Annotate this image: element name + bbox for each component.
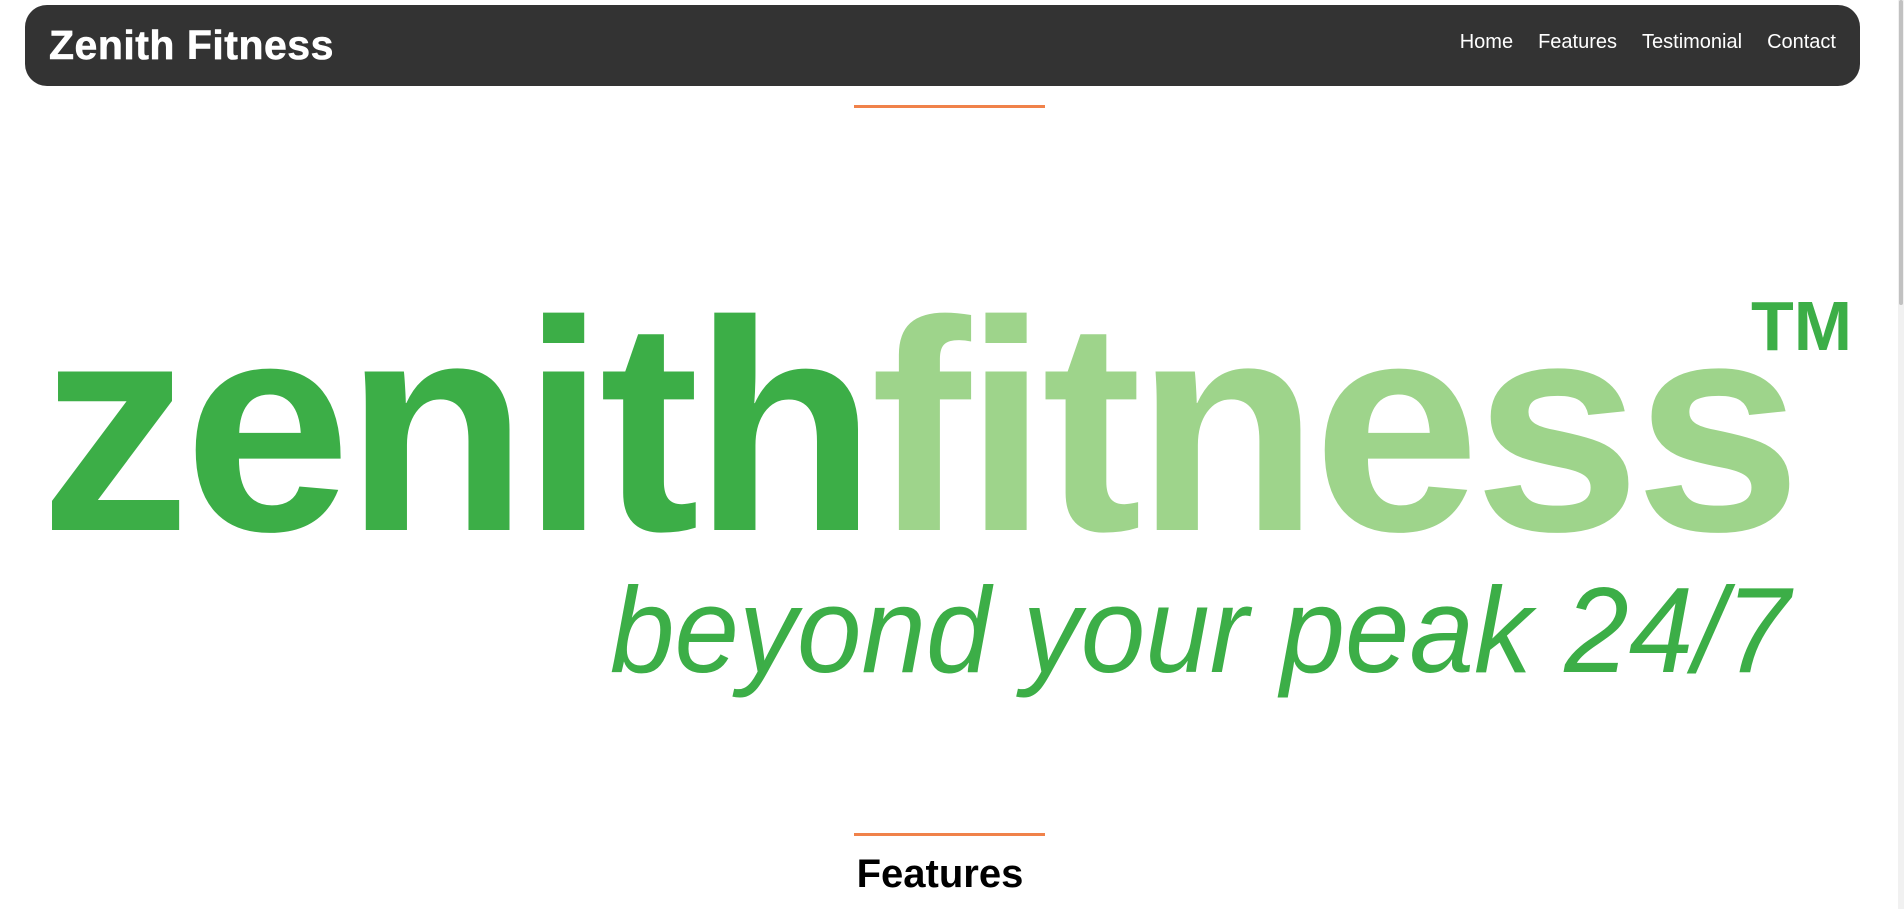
nav-link-testimonial[interactable]: Testimonial — [1642, 31, 1742, 54]
logo-wordmark: zenithfitness — [40, 290, 1796, 594]
nav-link-contact[interactable]: Contact — [1767, 31, 1836, 54]
nav-links: Home Features Testimonial Contact — [1460, 31, 1836, 54]
logo-word-fitness: fitness — [871, 290, 1796, 594]
hero-accent-line — [854, 105, 1045, 108]
logo-trademark: TM — [1751, 290, 1852, 365]
logo-word-zenith: zenith — [40, 290, 871, 594]
page-scrollbar[interactable] — [1898, 0, 1904, 909]
page: Zenith Fitness Home Features Testimonial… — [0, 0, 1904, 909]
features-accent-line — [854, 833, 1045, 836]
nav-link-features[interactable]: Features — [1538, 31, 1617, 54]
features-heading: Features — [856, 852, 1024, 896]
logo-tagline: beyond your peak 24/7 — [610, 562, 1794, 698]
hero-logo-image: zenithfitness TM beyond your peak 24/7 — [40, 290, 1852, 698]
nav-link-home[interactable]: Home — [1460, 31, 1513, 54]
scrollbar-thumb[interactable] — [1899, 0, 1903, 305]
brand-title[interactable]: Zenith Fitness — [49, 22, 334, 69]
top-navbar: Zenith Fitness Home Features Testimonial… — [25, 5, 1860, 86]
